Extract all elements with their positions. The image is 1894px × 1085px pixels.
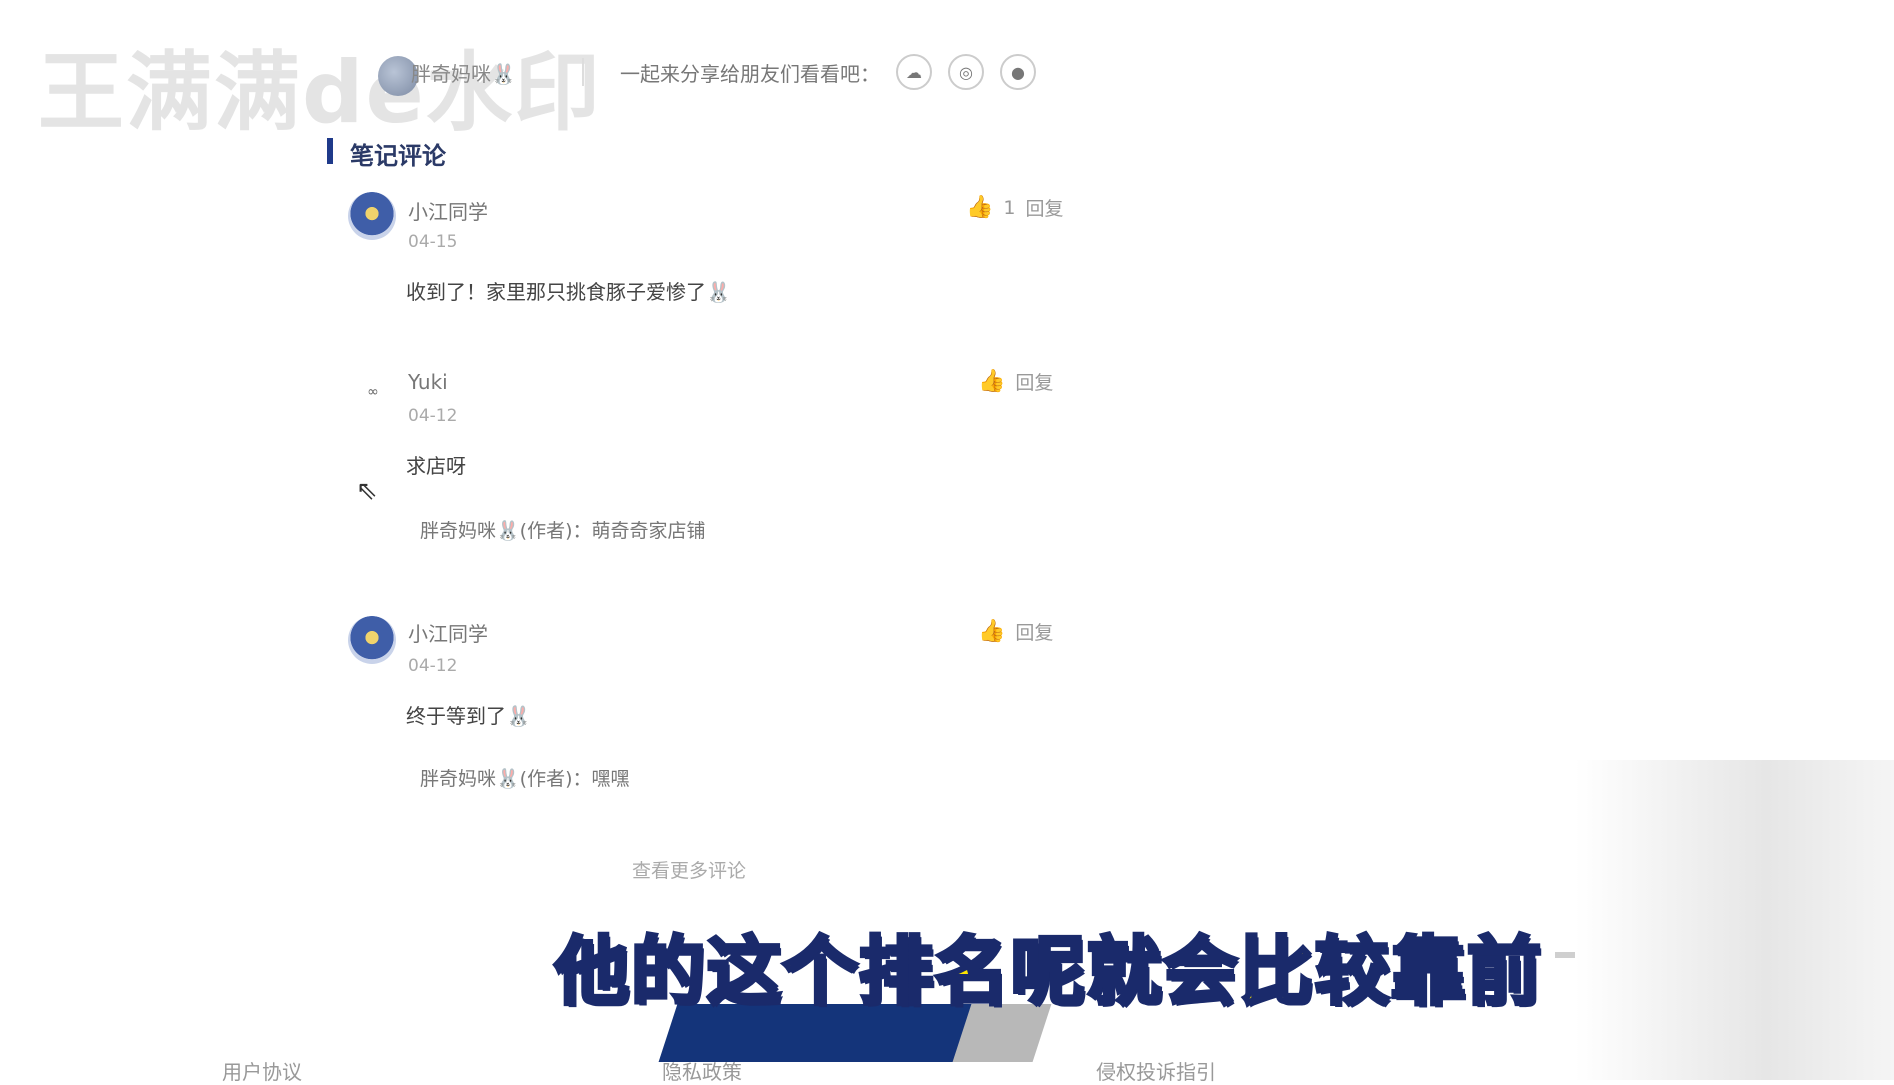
comment-avatar[interactable]: ∞ bbox=[362, 384, 384, 400]
share-qq-button[interactable]: ● bbox=[1000, 54, 1036, 90]
comment-username[interactable]: 小江同学 bbox=[408, 618, 488, 647]
thumbs-up-icon[interactable]: 👍 bbox=[966, 195, 993, 220]
side-marker bbox=[1555, 952, 1575, 958]
view-more-comments[interactable]: 查看更多评论 bbox=[632, 856, 746, 883]
comment-date: 04-12 bbox=[408, 406, 458, 426]
comment-username[interactable]: Yuki bbox=[408, 370, 448, 394]
watermark: 王满满de水印 bbox=[38, 43, 602, 143]
footer-complaint-guide[interactable]: 侵权投诉指引 bbox=[1096, 1056, 1216, 1085]
footer-user-agreement[interactable]: 用户协议 bbox=[222, 1056, 302, 1085]
comment-date: 04-12 bbox=[408, 656, 458, 676]
comment-text: 终于等到了🐰 bbox=[406, 704, 531, 728]
footer-privacy-policy[interactable]: 隐私政策 bbox=[662, 1056, 742, 1085]
comment-avatar[interactable] bbox=[348, 616, 396, 664]
reply-button[interactable]: 回复 bbox=[1026, 194, 1064, 221]
comment-text: 收到了！家里那只挑食豚子爱惨了🐰 bbox=[406, 280, 731, 304]
cloud-icon: ☁ bbox=[906, 62, 922, 82]
thumbs-up-icon[interactable]: 👍 bbox=[978, 619, 1005, 644]
comment-date: 04-15 bbox=[408, 232, 458, 252]
thumbs-up-icon[interactable]: 👍 bbox=[978, 369, 1005, 394]
section-marker bbox=[327, 138, 333, 164]
author-reply: 胖奇妈咪🐰(作者)：嘿嘿 bbox=[420, 768, 630, 790]
comment-username[interactable]: 小江同学 bbox=[408, 196, 488, 225]
weibo-icon: ◎ bbox=[959, 62, 973, 82]
comment-actions: 👍 回复 bbox=[978, 618, 1053, 645]
comment-actions: 👍 回复 bbox=[978, 368, 1053, 395]
qq-icon: ● bbox=[1011, 62, 1025, 82]
reply-button[interactable]: 回复 bbox=[1015, 368, 1053, 395]
comment-actions: 👍 1 回复 bbox=[966, 194, 1064, 221]
reply-button[interactable]: 回复 bbox=[1015, 618, 1053, 645]
video-subtitle: 他的这个排名呢就会比较靠前 bbox=[553, 927, 1543, 1017]
author-name[interactable]: 胖奇妈咪🐰 bbox=[411, 58, 516, 87]
like-count: 1 bbox=[1003, 196, 1016, 219]
side-panel bbox=[1575, 760, 1894, 1080]
share-cloud-button[interactable]: ☁ bbox=[896, 54, 932, 90]
section-title: 笔记评论 bbox=[350, 142, 446, 170]
author-reply: 胖奇妈咪🐰(作者)：萌奇奇家店铺 bbox=[420, 520, 706, 542]
comment-text: 求店呀 bbox=[406, 454, 466, 478]
divider bbox=[582, 58, 584, 86]
share-prompt: 一起来分享给朋友们看看吧： bbox=[620, 62, 880, 86]
comment-avatar[interactable] bbox=[348, 192, 396, 240]
share-weibo-button[interactable]: ◎ bbox=[948, 54, 984, 90]
mouse-pointer-icon: ⇖ bbox=[356, 476, 378, 506]
